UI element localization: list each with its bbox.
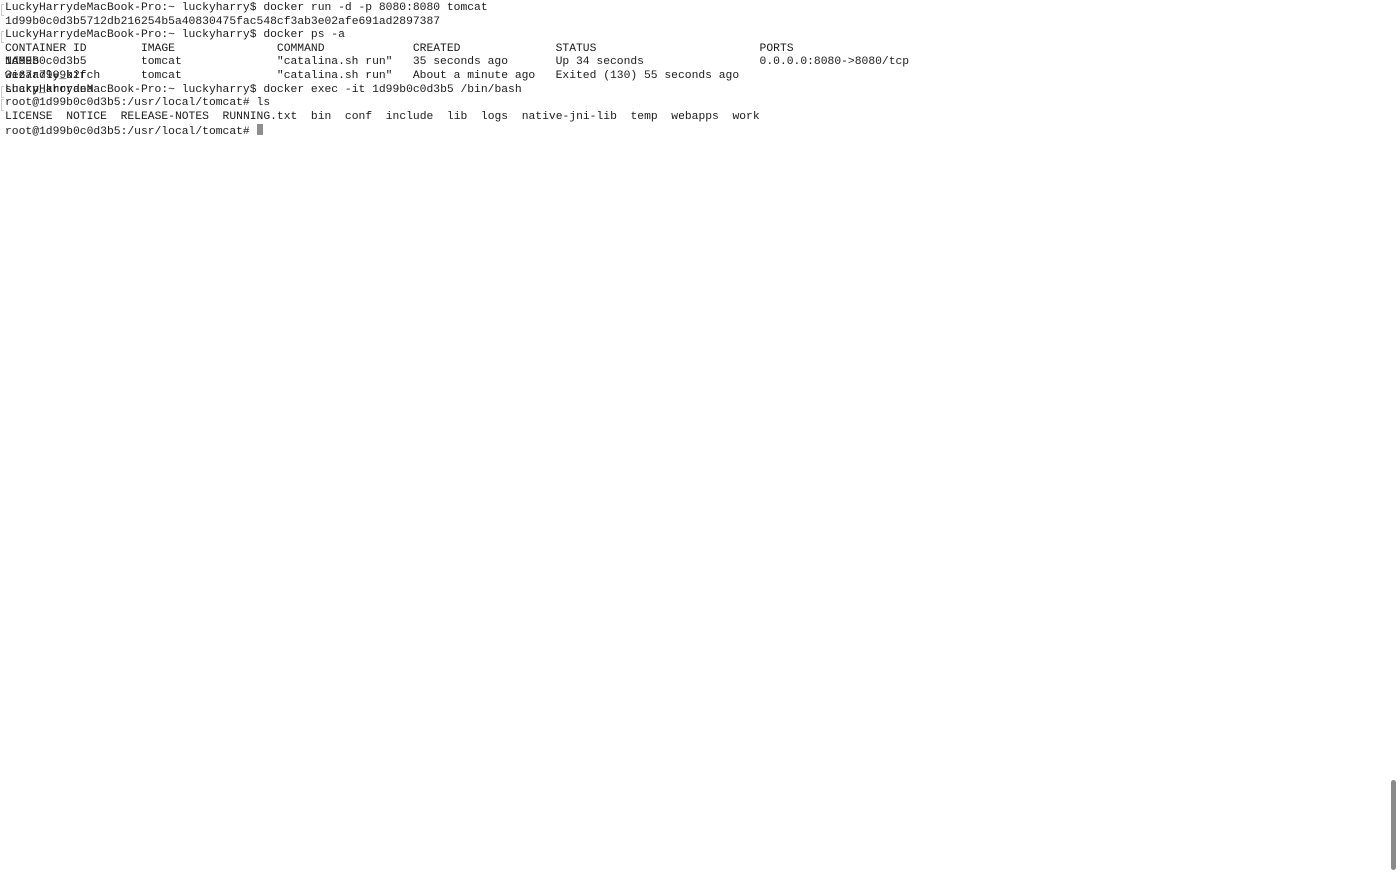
table-cell: Exited (130) 55 seconds ago — [555, 69, 740, 82]
file-entry: lib — [446, 110, 468, 123]
column-header: CONTAINER ID — [5, 42, 87, 55]
command-line: LuckyHarrydeMacBook-Pro:~ luckyharry$ do… — [1, 83, 1380, 98]
column-header: STATUS — [555, 42, 597, 55]
command-line: LuckyHarrydeMacBook-Pro:~ luckyharry$ do… — [1, 2, 1380, 16]
terminal-output[interactable]: LuckyHarrydeMacBook-Pro:~ luckyharry$ do… — [1, 2, 1380, 138]
file-entry: temp — [630, 110, 658, 123]
command-line: LuckyHarrydeMacBook-Pro:~ luckyharry$ do… — [1, 29, 1380, 44]
table-cell: tomcat — [140, 69, 182, 82]
table-cell: About a minute ago — [412, 69, 536, 82]
command-text: LuckyHarrydeMacBook-Pro:~ luckyharry$ do… — [5, 2, 488, 14]
file-entry: bin — [310, 110, 332, 123]
column-header: CREATED — [412, 42, 461, 55]
command-text: LuckyHarrydeMacBook-Pro:~ luckyharry$ do… — [5, 83, 522, 96]
file-entry: logs — [480, 110, 509, 123]
file-entry: NOTICE — [66, 110, 107, 123]
scrollbar-thumb[interactable] — [1391, 780, 1396, 870]
file-entry: work — [732, 110, 760, 123]
file-entry: webapps — [671, 110, 719, 123]
column-header: COMMAND — [276, 42, 325, 55]
command-line: root@1d99b0c0d3b5:/usr/local/tomcat# ls — [1, 97, 1380, 112]
table-row: 3e67a7909b2f tomcat "catalina.sh run" About… — [5, 69, 1380, 96]
prompt-line[interactable]: root@1d99b0c0d3b5:/usr/local/tomcat# — [5, 124, 1380, 138]
table-cell: 1d99b0c0d3b5 — [5, 56, 87, 69]
table-row: 1d99b0c0d3b5 tomcat "catalina.sh run" 35 se… — [5, 56, 1380, 82]
output-line: 1d99b0c0d3b5712db216254b5a40830475fac548… — [5, 15, 441, 28]
file-entry: conf — [344, 110, 373, 123]
command-text: root@1d99b0c0d3b5:/usr/local/tomcat# ls — [5, 97, 271, 110]
table-cell: 3e67a7909b2f — [5, 69, 87, 82]
ls-output: LICENSE NOTICE RELEASE-NOTES RUNNING.txt bin… — [5, 111, 1380, 125]
file-entry: include — [385, 110, 434, 123]
table-cell: "catalina.sh run" — [276, 69, 393, 82]
table-cell — [760, 70, 930, 84]
file-entry: native-jni-lib — [521, 110, 617, 123]
column-header: IMAGE — [140, 42, 175, 55]
file-entry: RUNNING.txt — [222, 110, 298, 123]
text-cursor — [256, 124, 263, 136]
table-cell: tomcat — [140, 56, 182, 69]
column-header: PORTS — [759, 42, 794, 55]
ps-table: CONTAINER ID IMAGE COMMAND CREATED STATUS POR… — [5, 42, 1380, 96]
file-entry: RELEASE-NOTES — [120, 110, 209, 123]
file-entry: LICENSE — [5, 110, 53, 123]
table-cell: "catalina.sh run" — [276, 56, 393, 69]
table-cell: 35 seconds ago — [412, 56, 509, 69]
command-text: LuckyHarrydeMacBook-Pro:~ luckyharry$ do… — [5, 29, 345, 42]
table-cell: 0.0.0.0:8080->8080/tcp — [759, 56, 910, 69]
table-cell: Up 34 seconds — [555, 56, 644, 69]
prompt-text: root@1d99b0c0d3b5:/usr/local/tomcat# — [5, 126, 250, 139]
table-header: CONTAINER ID IMAGE COMMAND CREATED STATUS POR… — [5, 42, 1380, 69]
